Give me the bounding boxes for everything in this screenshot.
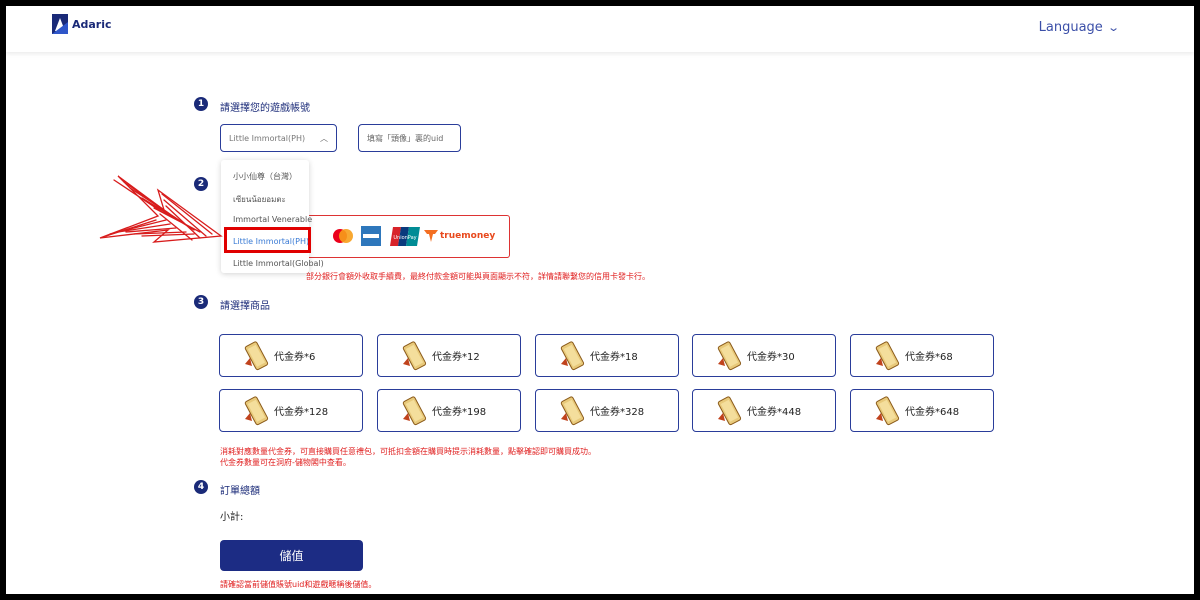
payment-method-card[interactable]: UnionPay truemoney bbox=[300, 215, 510, 258]
product-label: 代金券*30 bbox=[747, 352, 795, 363]
highlight-box bbox=[224, 227, 311, 253]
step-4-title: 訂單總額 bbox=[220, 486, 260, 497]
product-card[interactable]: 代金券*328 bbox=[535, 389, 679, 432]
voucher-icon bbox=[560, 395, 585, 425]
step-3-title: 請選擇商品 bbox=[220, 301, 270, 312]
step-3-number: 3 bbox=[194, 295, 208, 309]
product-card[interactable]: 代金券*648 bbox=[850, 389, 994, 432]
top-header: Adaric Language ⌄ bbox=[6, 6, 1194, 52]
voucher-icon bbox=[402, 340, 427, 370]
server-dropdown-menu: 小小仙尊（台灣） เซียนน้อยอมตะ Immortal Venerabl… bbox=[221, 160, 324, 273]
product-card[interactable]: 代金券*6 bbox=[219, 334, 363, 377]
product-card[interactable]: 代金券*128 bbox=[219, 389, 363, 432]
mastercard-icon[interactable] bbox=[331, 227, 355, 245]
brand-logo[interactable]: Adaric bbox=[52, 14, 112, 34]
product-label: 代金券*68 bbox=[905, 352, 953, 363]
step-1-number: 1 bbox=[194, 97, 208, 111]
product-card[interactable]: 代金券*18 bbox=[535, 334, 679, 377]
truemoney-icon[interactable] bbox=[424, 230, 438, 242]
unionpay-label: UnionPay bbox=[393, 235, 416, 241]
step-4-number: 4 bbox=[194, 480, 208, 494]
product-label: 代金券*128 bbox=[274, 407, 329, 418]
chevron-down-icon: ⌄ bbox=[1106, 21, 1120, 34]
voucher-note-line1: 消耗對應數量代金券，可直接購買任意禮包，可抵扣金額在購買時提示消耗數量，點擊確認… bbox=[220, 447, 596, 456]
unionpay-icon[interactable]: UnionPay bbox=[390, 227, 420, 246]
product-label: 代金券*6 bbox=[274, 352, 316, 363]
dropdown-item[interactable]: Immortal Venerable bbox=[233, 215, 312, 224]
dropdown-item[interactable]: Little Immortal(Global) bbox=[233, 259, 324, 268]
language-selector[interactable]: Language ⌄ bbox=[1038, 20, 1120, 35]
voucher-icon bbox=[244, 340, 269, 370]
voucher-icon bbox=[875, 395, 900, 425]
topup-button[interactable]: 儲值 bbox=[220, 540, 363, 571]
truemoney-label: truemoney bbox=[440, 231, 496, 241]
language-label: Language bbox=[1038, 20, 1103, 35]
product-label: 代金券*648 bbox=[905, 407, 960, 418]
dropdown-item[interactable]: 小小仙尊（台灣） bbox=[233, 171, 297, 182]
step-1-title: 請選擇您的遊戲帳號 bbox=[220, 103, 310, 114]
dropdown-item[interactable]: เซียนน้อยอมตะ bbox=[233, 193, 286, 206]
confirm-note: 請確認當前儲值賬號uid和遊戲暱稱後儲值。 bbox=[220, 580, 377, 589]
payment-fee-note: 部分銀行會額外收取手續費，最終付款金額可能與頁面顯示不符，詳情請聯繫您的信用卡發… bbox=[306, 272, 650, 281]
subtotal-label: 小計: bbox=[220, 512, 244, 523]
product-label: 代金券*328 bbox=[590, 407, 645, 418]
product-card[interactable]: 代金券*198 bbox=[377, 389, 521, 432]
product-label: 代金券*198 bbox=[432, 407, 487, 418]
voucher-icon bbox=[717, 340, 742, 370]
voucher-icon bbox=[717, 395, 742, 425]
chevron-up-icon: ︿ bbox=[320, 133, 328, 143]
screenshot-frame bbox=[0, 0, 1200, 600]
product-card[interactable]: 代金券*30 bbox=[692, 334, 836, 377]
voucher-icon bbox=[402, 395, 427, 425]
uid-input[interactable]: 填寫「頭像」裏的uid bbox=[358, 124, 461, 152]
product-card[interactable]: 代金券*448 bbox=[692, 389, 836, 432]
voucher-icon bbox=[875, 340, 900, 370]
voucher-icon bbox=[244, 395, 269, 425]
product-card[interactable]: 代金券*68 bbox=[850, 334, 994, 377]
voucher-icon bbox=[560, 340, 585, 370]
arrow-annotation-icon bbox=[99, 175, 223, 243]
server-select-value: Little Immortal(PH) bbox=[229, 133, 306, 143]
voucher-note-line2: 代金券數量可在洞府-儲物閣中查看。 bbox=[220, 458, 351, 467]
product-label: 代金券*12 bbox=[432, 352, 480, 363]
product-card[interactable]: 代金券*12 bbox=[377, 334, 521, 377]
server-select[interactable]: Little Immortal(PH) ︿ bbox=[220, 124, 337, 152]
logo-icon bbox=[52, 14, 68, 34]
product-label: 代金券*448 bbox=[747, 407, 802, 418]
product-label: 代金券*18 bbox=[590, 352, 638, 363]
amex-icon[interactable] bbox=[361, 226, 381, 246]
logo-text: Adaric bbox=[72, 17, 112, 31]
